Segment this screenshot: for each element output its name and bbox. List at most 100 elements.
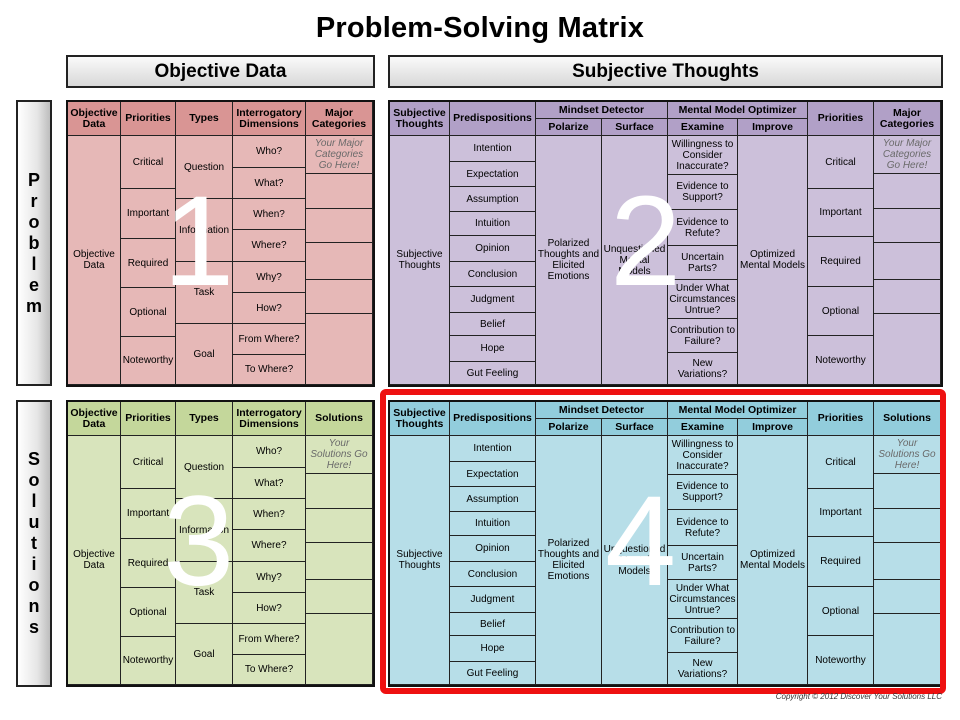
- surface-cell: Unquestioned Mental Models: [602, 136, 668, 385]
- type-question: Question: [176, 436, 233, 499]
- dimension-when: When?: [233, 199, 306, 230]
- quadrant-2-problem-subjective: Subjective Thoughts Predispositions Mindse…: [388, 100, 943, 387]
- solutions-label-letter: s: [28, 617, 39, 637]
- solutions-label-letter: S: [27, 449, 40, 469]
- objective-data-header: Objective Data: [66, 55, 375, 88]
- priority-required: Required: [808, 237, 874, 287]
- polarize-cell: Polarized Thoughts and Elicited Emotions: [536, 136, 602, 385]
- dimension-from-where: From Where?: [233, 624, 306, 655]
- quadrant-1-problem-objective: Objective Data Priorities Types Interrogato…: [66, 100, 375, 387]
- predisposition-intention: Intention: [450, 136, 536, 162]
- header-objective-data: Objective Data: [68, 102, 121, 136]
- header-interrogatory-dimensions: Interrogatory Dimensions: [233, 402, 306, 436]
- entry-cell[interactable]: [306, 174, 373, 209]
- priority-optional: Optional: [808, 287, 874, 336]
- solutions-label-letter: o: [28, 575, 40, 595]
- entry-cell[interactable]: [874, 314, 941, 385]
- examine-question: Evidence to Support?: [668, 175, 738, 210]
- examine-question: Evidence to Refute?: [668, 210, 738, 246]
- priority-optional: Optional: [121, 288, 176, 337]
- header-examine: Examine: [668, 119, 738, 136]
- predisposition-hope: Hope: [450, 336, 536, 362]
- header-types: Types: [176, 402, 233, 436]
- priority-important: Important: [121, 489, 176, 539]
- page-title: Problem-Solving Matrix: [315, 12, 645, 44]
- header-improve: Improve: [738, 119, 808, 136]
- entry-cell-hint[interactable]: Your Major Categories Go Here!: [874, 136, 941, 174]
- type-information: Information: [176, 499, 233, 562]
- entry-cell[interactable]: [874, 209, 941, 243]
- entry-cell[interactable]: [874, 243, 941, 280]
- quadrant-3-solutions-objective: Objective Data Priorities Types Interrogato…: [66, 400, 375, 687]
- problem-label-letter: l: [31, 253, 37, 274]
- header-priorities: Priorities: [121, 402, 176, 436]
- problem-label-letter: m: [25, 295, 42, 316]
- solutions-label-letter: l: [31, 491, 37, 511]
- header-mindset-detector: Mindset Detector: [536, 102, 668, 119]
- priority-important: Important: [121, 189, 176, 239]
- row-label-objective-data: Objective Data: [68, 136, 121, 385]
- predisposition-belief: Belief: [450, 313, 536, 336]
- dimension-where: Where?: [233, 230, 306, 262]
- dimension-how: How?: [233, 293, 306, 324]
- entry-cell[interactable]: [306, 614, 373, 685]
- problem-label-letter: o: [28, 211, 40, 232]
- header-priorities: Priorities: [808, 102, 874, 136]
- problem-label-letter: e: [28, 274, 39, 295]
- solutions-side-label: Solutions: [16, 400, 52, 687]
- entry-cell[interactable]: [306, 580, 373, 614]
- entry-cell[interactable]: [306, 280, 373, 314]
- entry-cell-hint[interactable]: Your Major Categories Go Here!: [306, 136, 373, 174]
- priority-required: Required: [121, 539, 176, 588]
- entry-cell[interactable]: [874, 174, 941, 209]
- entry-cell[interactable]: [306, 209, 373, 243]
- dimension-to-where: To Where?: [233, 655, 306, 685]
- dimension-why: Why?: [233, 262, 306, 293]
- dimension-where: Where?: [233, 530, 306, 562]
- predisposition-judgment: Judgment: [450, 287, 536, 313]
- dimension-what: What?: [233, 468, 306, 499]
- entry-cell[interactable]: [306, 314, 373, 385]
- header-solutions: Solutions: [306, 402, 373, 436]
- priority-critical: Critical: [121, 136, 176, 189]
- priority-important: Important: [808, 189, 874, 237]
- predisposition-expectation: Expectation: [450, 162, 536, 187]
- problem-label-letter: r: [30, 190, 38, 211]
- header-types: Types: [176, 102, 233, 136]
- row-label-objective-data: Objective Data: [68, 436, 121, 685]
- solutions-label-letter: o: [28, 470, 40, 490]
- solutions-label-letter: i: [31, 554, 37, 574]
- predisposition-gut-feeling: Gut Feeling: [450, 362, 536, 385]
- header-priorities: Priorities: [121, 102, 176, 136]
- solutions-label-letter: t: [31, 533, 37, 553]
- entry-cell[interactable]: [874, 280, 941, 314]
- examine-question: Contribution to Failure?: [668, 319, 738, 353]
- examine-question: Under What Circumstances Untrue?: [668, 280, 738, 319]
- dimension-what: What?: [233, 168, 306, 199]
- priority-noteworthy: Noteworthy: [121, 337, 176, 385]
- header-objective-data: Objective Data: [68, 402, 121, 436]
- examine-question: Uncertain Parts?: [668, 246, 738, 280]
- header-polarize: Polarize: [536, 119, 602, 136]
- entry-cell[interactable]: [306, 243, 373, 280]
- entry-cell[interactable]: [306, 543, 373, 580]
- entry-cell-hint[interactable]: Your Solutions Go Here!: [306, 436, 373, 474]
- header-major-categories: Major Categories: [306, 102, 373, 136]
- header-interrogatory-dimensions: Interrogatory Dimensions: [233, 102, 306, 136]
- priority-noteworthy: Noteworthy: [808, 336, 874, 385]
- highlight-frame-quadrant-4: [380, 389, 946, 694]
- problem-label-letter: P: [27, 169, 40, 190]
- dimension-who: Who?: [233, 136, 306, 168]
- predisposition-assumption: Assumption: [450, 187, 536, 212]
- entry-cell[interactable]: [306, 509, 373, 543]
- examine-question: Willingness to Consider Inaccurate?: [668, 136, 738, 175]
- dimension-how: How?: [233, 593, 306, 624]
- header-surface: Surface: [602, 119, 668, 136]
- row-label-subjective-thoughts: Subjective Thoughts: [390, 136, 450, 385]
- header-major-categories: Major Categories: [874, 102, 941, 136]
- dimension-who: Who?: [233, 436, 306, 468]
- dimension-why: Why?: [233, 562, 306, 593]
- entry-cell[interactable]: [306, 474, 373, 509]
- type-task: Task: [176, 262, 233, 324]
- solutions-label-letter: u: [28, 512, 40, 532]
